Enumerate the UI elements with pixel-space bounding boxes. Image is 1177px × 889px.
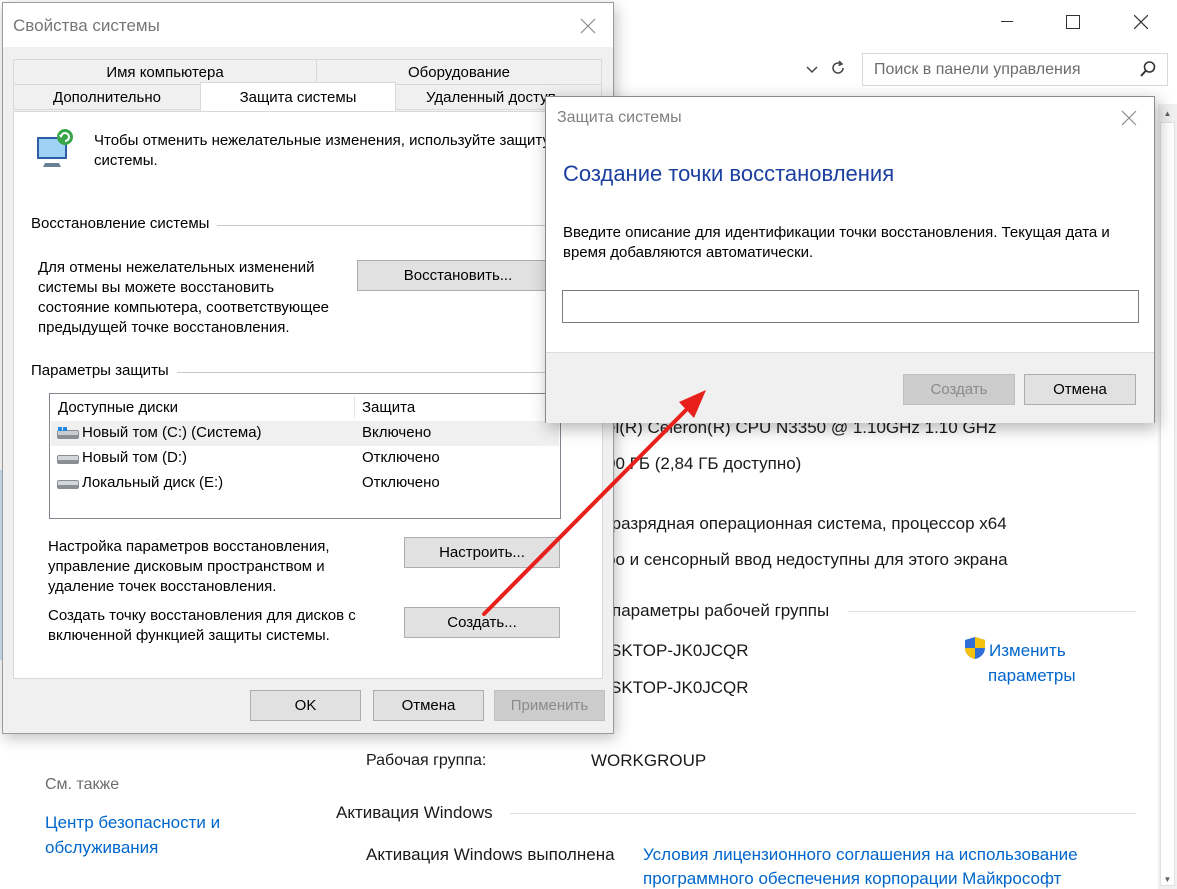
create-button[interactable]: Создать... <box>404 607 560 638</box>
create-button: Создать <box>903 374 1015 405</box>
protection-group-header: Параметры защиты <box>31 362 177 379</box>
drive-icon <box>57 477 79 495</box>
drive-list[interactable]: Доступные диски Защита Новый том (C:) (С… <box>49 393 561 519</box>
dialog-title: Защита системы <box>557 109 682 126</box>
minimize-icon <box>1001 21 1013 22</box>
search-placeholder: Поиск в панели управления <box>874 61 1081 78</box>
drive-row[interactable]: Локальный диск (E:) Отключено <box>51 471 559 496</box>
ram-value: 00 ГБ (2,84 ГБ доступно) <box>606 454 802 473</box>
drive-row[interactable]: Новый том (C:) (Система) Включено <box>51 421 559 446</box>
minimize-button[interactable] <box>984 8 1030 36</box>
section-divider <box>848 611 1136 612</box>
configure-description: Настройка параметров восстановления, упр… <box>48 538 330 595</box>
workgroup-params-header: параметры рабочей группы <box>612 601 830 620</box>
system-properties-dialog: Свойства системы Имя компьютера Оборудов… <box>2 2 614 734</box>
full-name-value: SKTOP-JK0JCQR <box>610 678 749 697</box>
refresh-icon[interactable] <box>830 59 846 81</box>
restore-point-description-input[interactable] <box>562 290 1139 323</box>
intro-text: Чтобы отменить нежелательные изменения, … <box>94 132 550 169</box>
scroll-down-icon[interactable]: ▼ <box>1158 870 1177 888</box>
system-protection-icon <box>33 127 79 177</box>
restore-button[interactable]: Восстановить... <box>357 260 559 291</box>
create-restore-point-dialog: Защита системы Создание точки восстановл… <box>545 96 1155 423</box>
ok-button[interactable]: OK <box>250 690 361 721</box>
change-settings-link[interactable]: Изменить <box>989 641 1066 661</box>
security-center-link-line2[interactable]: обслуживания <box>45 838 158 858</box>
workgroup-label: Рабочая группа: <box>366 752 487 769</box>
column-header-protection[interactable]: Защита <box>362 394 415 420</box>
activation-header: Активация Windows <box>336 803 493 822</box>
cancel-button[interactable]: Отмена <box>1024 374 1136 405</box>
column-header-drives[interactable]: Доступные диски <box>58 394 178 420</box>
drive-row[interactable]: Новый том (D:) Отключено <box>51 446 559 471</box>
activation-status: Активация Windows выполнена <box>366 845 615 864</box>
license-link[interactable]: Условия лицензионного соглашения на испо… <box>643 845 1078 865</box>
computer-name-value: SKTOP-JK0JCQR <box>610 641 749 660</box>
maximize-button[interactable] <box>1050 8 1096 36</box>
address-bar-controls <box>800 58 852 82</box>
restore-description: Для отмены нежелательных изменений систе… <box>38 259 330 336</box>
dialog-heading: Создание точки восстановления <box>563 161 895 186</box>
shield-icon <box>964 636 986 664</box>
create-description: Создать точку восстановления для дисков … <box>48 607 356 644</box>
tab-advanced[interactable]: Дополнительно <box>13 84 201 110</box>
maximize-icon <box>1066 15 1080 29</box>
tab-system-protection[interactable]: Защита системы <box>200 82 396 111</box>
dialog-description: Введите описание для идентификации точки… <box>563 224 1110 261</box>
close-button[interactable] <box>1118 8 1164 36</box>
close-icon <box>1134 15 1148 29</box>
system-drive-icon <box>57 427 79 445</box>
search-icon[interactable] <box>1139 60 1157 82</box>
pen-touch-value: ро и сенсорный ввод недоступны для этого… <box>606 550 1008 569</box>
apply-button: Применить <box>494 690 605 721</box>
column-divider <box>354 396 355 418</box>
change-settings-link-line2[interactable]: параметры <box>988 666 1076 686</box>
section-divider <box>510 813 1136 814</box>
dialog-title: Свойства системы <box>13 16 160 35</box>
scroll-up-icon[interactable]: ▲ <box>1158 104 1177 122</box>
dialog-footer: Создать Отмена <box>546 352 1154 423</box>
close-icon[interactable] <box>1120 109 1138 127</box>
restore-group-header: Восстановление системы <box>31 215 218 232</box>
configure-button[interactable]: Настроить... <box>404 537 560 568</box>
chevron-down-icon[interactable] <box>806 61 818 79</box>
scrollbar-thumb[interactable] <box>1160 122 1175 886</box>
dialog-titlebar: Свойства системы <box>3 3 613 47</box>
license-link-line2[interactable]: программного обеспечения корпорации Майк… <box>643 869 1061 889</box>
cancel-button[interactable]: Отмена <box>373 690 484 721</box>
close-icon[interactable] <box>579 17 597 35</box>
system-type-value: -разрядная операционная система, процесс… <box>606 514 1007 533</box>
workgroup-value: WORKGROUP <box>591 751 707 770</box>
security-center-link[interactable]: Центр безопасности и <box>45 813 220 833</box>
search-input[interactable]: Поиск в панели управления <box>862 53 1168 86</box>
drive-icon <box>57 452 79 470</box>
see-also-label: См. также <box>45 776 120 793</box>
